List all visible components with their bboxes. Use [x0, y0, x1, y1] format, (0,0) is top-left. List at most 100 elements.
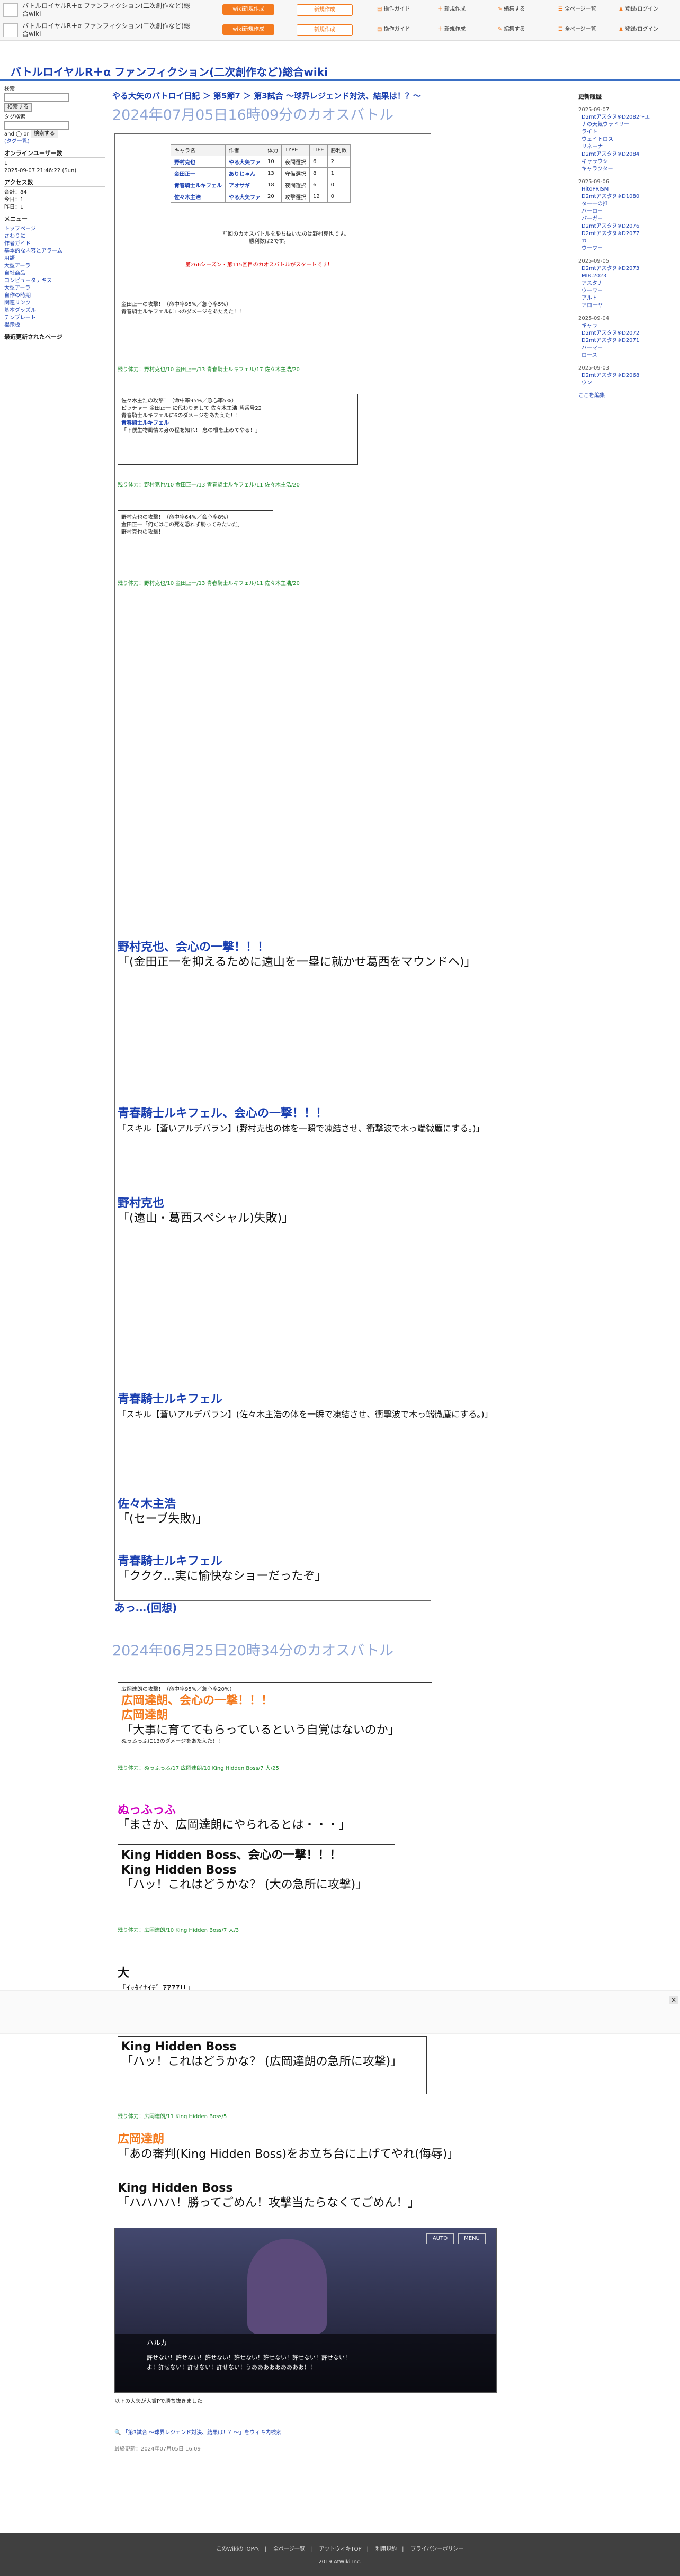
history-item[interactable]: キャラクター — [581, 166, 613, 172]
history-item[interactable]: キャラ — [581, 323, 597, 329]
history-item[interactable]: D2mtアスタヌ※D2076 — [581, 223, 639, 229]
nav-guide[interactable]: ▤ 操作ガイド — [377, 24, 410, 35]
new-create-button[interactable]: 新規作成 — [297, 24, 353, 36]
history-item[interactable]: ター一の推 — [581, 201, 608, 207]
history-item[interactable]: リネーナ — [581, 144, 603, 150]
site-name[interactable]: バトルロイヤルR＋α ファンフィクション(二次創作など)総合wiki — [22, 22, 192, 38]
wiki-create-button[interactable]: wiki新規作成 — [222, 24, 274, 35]
history-item[interactable]: MIB.2023 — [581, 273, 606, 279]
attack-box: 佐々木主浩の攻撃！（命中率95%／急心率5%） ピッチャー 金田正一 に代わりま… — [118, 394, 358, 465]
menu-item[interactable]: さわりに — [4, 233, 25, 239]
history-item[interactable]: キャラウシ — [581, 159, 608, 165]
footer-link[interactable]: このWikiのTOPへ — [217, 2546, 260, 2552]
log-line: 青春騎士ルキフェルに13のダメージをあたえた！！ — [121, 309, 245, 315]
history-item[interactable]: ウーワー — [581, 246, 603, 251]
table-cell[interactable]: アオサギ — [225, 179, 264, 191]
back-link[interactable]: あっ…(回想) — [114, 1602, 177, 1613]
tag-list-link[interactable]: (タグ一覧) — [4, 139, 30, 145]
footer-link[interactable]: 利用規約 — [375, 2546, 397, 2552]
breadcrumb[interactable]: やる大矢のバトロイ日記 ＞ 第5節7 ＞ 第3試合 〜球界レジェンド対決、結果は… — [112, 90, 568, 101]
footer-link[interactable]: 全ページ一覧 — [273, 2546, 305, 2552]
history-item[interactable]: ライト — [581, 129, 597, 135]
edit-link[interactable]: ここを編集 — [578, 393, 605, 399]
table-cell: 8 — [309, 167, 328, 179]
history-item[interactable]: バーガー — [581, 216, 603, 222]
log-line: 佐々木主浩の攻撃！（命中率95%／急心率5%） — [121, 398, 237, 404]
big-line-wrap: 野村克也、会心の一撃！！！ 「(金田正一を抑えるために遠山を一塁に就かせ葛西をマ… — [118, 940, 476, 970]
menu-item[interactable]: 用語 — [4, 256, 15, 262]
footer-link[interactable]: プライバシーポリシー — [411, 2546, 464, 2552]
tag-search-input[interactable] — [4, 121, 69, 130]
nav-all-pages[interactable]: ☰ 全ページ一覧 — [558, 4, 596, 15]
close-icon[interactable]: ✕ — [669, 1996, 678, 2004]
history-item[interactable]: ウーワー — [581, 288, 603, 294]
menu-item[interactable]: 基本的な内容とアラーム — [4, 248, 62, 254]
history-item[interactable]: ナの天気ウラドリー — [581, 122, 629, 128]
history-item[interactable]: D2mtアスタヌ※D2073 — [581, 266, 639, 272]
nav-edit[interactable]: ✎ 編集する — [498, 24, 525, 35]
menu-button[interactable]: MENU — [458, 2233, 486, 2244]
tag-search-button[interactable]: 検索する — [30, 130, 58, 138]
nav-new[interactable]: ＋新規作成 — [437, 24, 466, 35]
search-in-wiki-link[interactable]: 「第3試合 〜球界レジェンド対決、結果は！？〜」をウィキ内検索 — [123, 2430, 282, 2436]
history-item[interactable]: D2mtアスタヌ※D2068 — [581, 373, 639, 379]
history-item[interactable]: D2mtアスタヌ※D1080 — [581, 194, 639, 200]
menu-item[interactable]: 大型アーラ — [4, 285, 30, 291]
nav-guide[interactable]: ▤ 操作ガイド — [377, 4, 410, 15]
history-item[interactable]: HitoPRISM — [581, 186, 609, 192]
site-title[interactable]: バトルロイヤルR＋α ファンフィクション(二次創作など)総合wiki — [11, 64, 328, 79]
and-or-radio[interactable]: and ◯ or — [4, 131, 29, 137]
history-item[interactable]: D2mtアスタヌ※D2077 — [581, 231, 639, 237]
menu-item[interactable]: 自作の時期 — [4, 293, 31, 299]
menu-item[interactable]: 関連リンク — [4, 300, 31, 306]
history-item[interactable]: ウェイトロス — [581, 137, 613, 142]
menu-item[interactable]: トップページ — [4, 226, 36, 232]
history-item[interactable]: D2mtアスタヌ※D2082～エ — [581, 114, 650, 120]
menu-item[interactable]: テンプレート — [4, 315, 36, 321]
history-item[interactable]: ハーマー — [581, 345, 603, 351]
footer-link[interactable]: アットウィキTOP — [319, 2546, 362, 2552]
menu-item[interactable]: コンピュータテキス — [4, 278, 52, 284]
table-cell[interactable]: 青春騎士ルキフェル — [171, 179, 226, 191]
nav-edit[interactable]: ✎ 編集する — [498, 4, 525, 15]
history-item[interactable]: カ — [581, 238, 587, 244]
menu-item[interactable]: 基本グッズル — [4, 308, 36, 313]
site-name[interactable]: バトルロイヤルR＋α ファンフィクション(二次創作など)総合wiki — [22, 2, 192, 18]
nav-login[interactable]: ♟ 登録/ログイン — [619, 24, 658, 35]
quote-line: 「ククク…実に愉快なショーだったぞ」 — [118, 1570, 327, 1583]
wiki-create-button[interactable]: wiki新規作成 — [222, 4, 274, 15]
hp-line: 残り体力：広岡達朗/11 King Hidden Boss/5 — [118, 2114, 227, 2120]
table-cell[interactable]: 佐々木主浩 — [171, 191, 226, 203]
table-cell[interactable]: ありじゃん — [225, 167, 264, 179]
menu-item[interactable]: 作者ガイド — [4, 241, 31, 247]
nav-new[interactable]: ＋新規作成 — [437, 4, 466, 15]
history-item[interactable]: バーロー — [581, 209, 603, 214]
dialogue-text: 許せない！許せない！許せない！許せない！許せない！許せない！許せない！ — [147, 2354, 351, 2361]
search-input[interactable] — [4, 93, 69, 102]
nav-login[interactable]: ♟ 登録/ログイン — [619, 4, 658, 15]
history-item[interactable]: アスタナ — [581, 281, 603, 286]
history-item[interactable]: ウン — [581, 380, 592, 386]
menu-item[interactable]: 自社商品 — [4, 271, 25, 276]
table-cell[interactable]: 野村克也 — [171, 156, 226, 168]
search-button[interactable]: 検索する — [4, 103, 32, 112]
new-create-button[interactable]: 新規作成 — [297, 4, 353, 16]
table-cell[interactable]: やる大矢ファ — [225, 156, 264, 168]
table-cell: 夜間選択 — [281, 179, 310, 191]
table-cell[interactable]: やる大矢ファ — [225, 191, 264, 203]
site-logo-icon[interactable] — [3, 3, 18, 17]
site-logo-icon[interactable] — [3, 23, 18, 37]
table-cell[interactable]: 金田正一 — [171, 167, 226, 179]
plus-icon: ＋ — [437, 6, 443, 12]
auto-button[interactable]: AUTO — [426, 2233, 454, 2244]
history-item[interactable]: アローヤ — [581, 303, 603, 309]
history-item[interactable]: D2mtアスタヌ※D2084 — [581, 151, 639, 157]
nav-all-pages[interactable]: ☰ 全ページ一覧 — [558, 24, 596, 35]
menu-item[interactable]: 掲示板 — [4, 322, 20, 328]
pencil-icon: ✎ — [498, 26, 503, 32]
history-item[interactable]: D2mtアスタヌ※D2071 — [581, 338, 639, 344]
history-item[interactable]: D2mtアスタヌ※D2072 — [581, 330, 639, 336]
history-item[interactable]: アルト — [581, 295, 597, 301]
history-item[interactable]: ロース — [581, 353, 597, 358]
menu-item[interactable]: 大型アーラ — [4, 263, 30, 269]
